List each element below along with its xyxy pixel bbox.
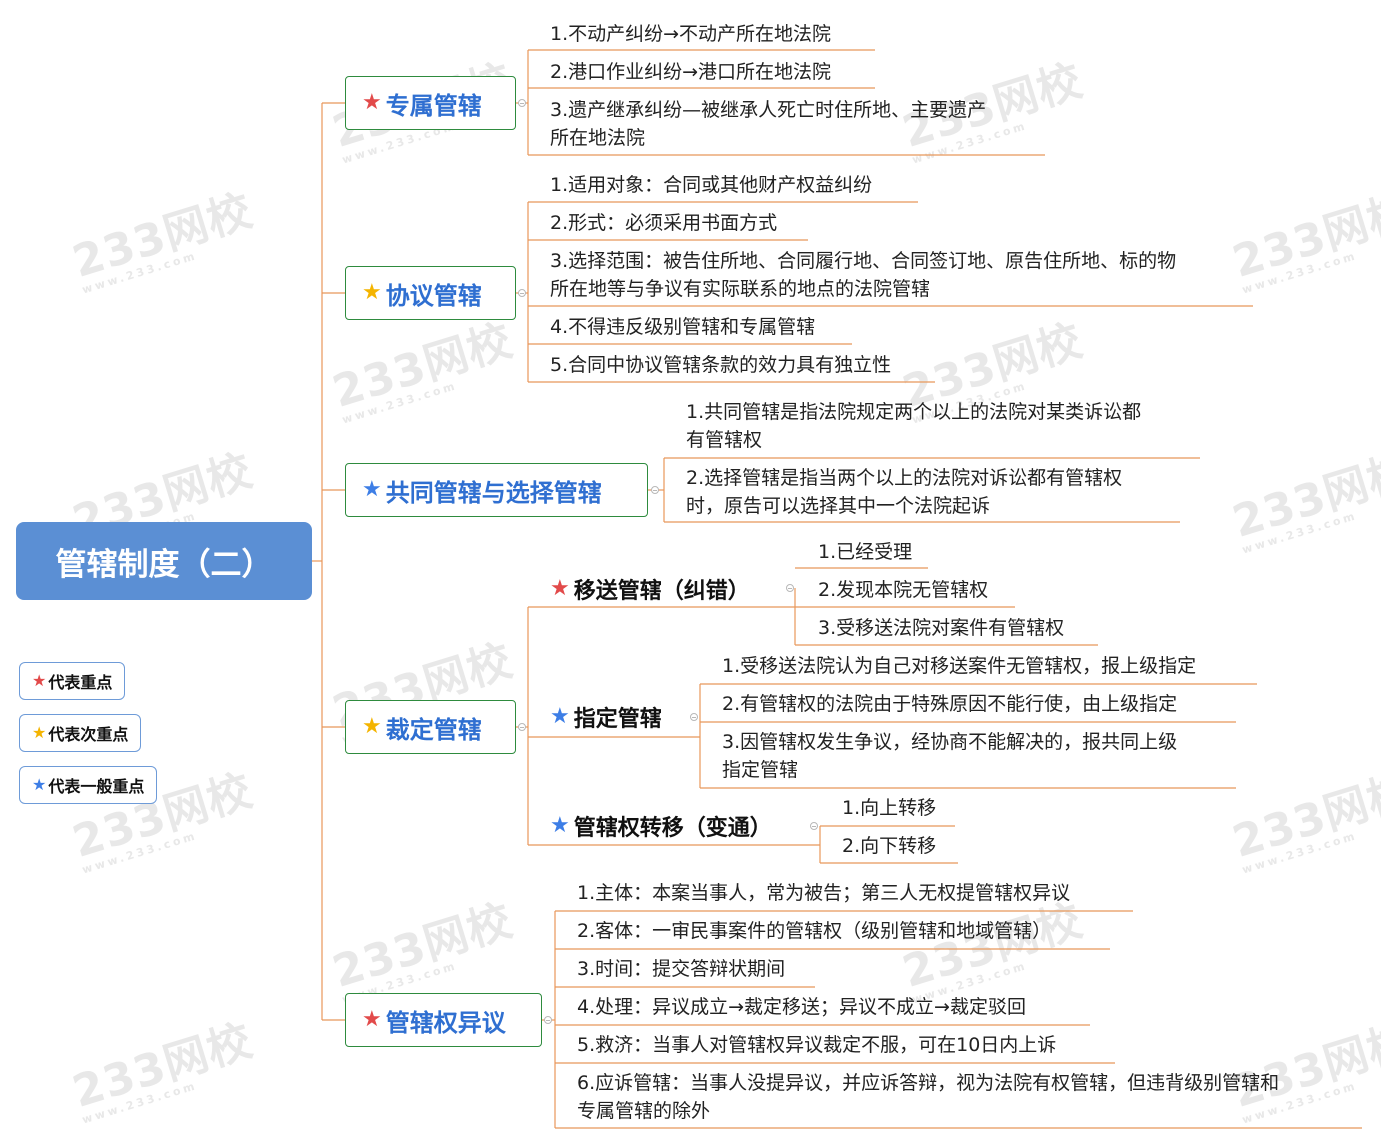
leaf-item: 2.形式：必须采用书面方式	[550, 212, 778, 234]
leaf-item: 3.遗产继承纠纷—被继承人死亡时住所地、主要遗产	[550, 99, 987, 121]
leaf-item: 3.受移送法院对案件有管辖权	[818, 617, 1065, 639]
leaf-item: 所在地法院	[550, 127, 646, 149]
collapse-toggle[interactable]	[544, 1016, 552, 1024]
star-icon: ★	[32, 723, 47, 742]
legend-label: 代表次重点	[48, 725, 129, 744]
star-icon: ★	[550, 704, 570, 729]
leaf-item: 3.因管辖权发生争议，经协商不能解决的，报共同上级	[722, 731, 1178, 753]
leaf-item: 3.选择范围：被告住所地、合同履行地、合同签订地、原告住所地、标的物	[550, 250, 1177, 272]
collapse-toggle[interactable]	[786, 584, 794, 592]
leaf-item: 1.不动产纠纷→不动产所在地法院	[550, 23, 832, 45]
leaf-item: 2.客体：一审民事案件的管辖权（级别管辖和地域管辖）	[577, 920, 1052, 942]
star-icon: ★	[362, 90, 382, 115]
subtopic-label: 管辖权转移（变通）	[573, 816, 772, 841]
legend-key-secondary: ★ 代表次重点	[19, 714, 142, 752]
topic-joint-and-elective-jurisdiction[interactable]: ★ 共同管辖与选择管辖	[345, 463, 648, 517]
leaf-item: 2.向下转移	[842, 835, 937, 857]
leaf-item: 时，原告可以选择其中一个法院起诉	[686, 495, 991, 517]
leaf-item: 专属管辖的除外	[577, 1100, 711, 1122]
leaf-item: 有管辖权	[686, 429, 763, 451]
topic-label: 裁定管辖	[385, 715, 482, 744]
leaf-item: 4.处理：异议成立→裁定移送；异议不成立→裁定驳回	[577, 996, 1026, 1018]
leaf-item: 3.时间：提交答辩状期间	[577, 958, 786, 980]
leaf-item: 6.应诉管辖：当事人没提异议，并应诉答辩，视为法院有权管辖，但违背级别管辖和	[577, 1072, 1280, 1094]
subtopic-jurisdiction-transfer[interactable]: ★ 管辖权转移（变通）	[550, 810, 772, 842]
leaf-item: 1.共同管辖是指法院规定两个以上的法院对某类诉讼都	[686, 401, 1142, 423]
legend-label: 代表一般重点	[48, 777, 145, 796]
collapse-toggle[interactable]	[810, 822, 818, 830]
legend-key-important: ★ 代表重点	[19, 662, 126, 700]
star-icon: ★	[362, 1007, 382, 1032]
collapse-toggle[interactable]	[518, 723, 526, 731]
collapse-toggle[interactable]	[518, 289, 526, 297]
topic-exclusive-jurisdiction[interactable]: ★ 专属管辖	[345, 76, 516, 130]
leaf-item: 1.主体：本案当事人，常为被告；第三人无权提管辖权异议	[577, 882, 1071, 904]
leaf-item: 所在地等与争议有实际联系的地点的法院管辖	[550, 278, 931, 300]
star-icon: ★	[362, 280, 382, 305]
subtopic-transfer-jurisdiction[interactable]: ★ 移送管辖（纠错）	[550, 573, 750, 605]
leaf-item: 4.不得违反级别管辖和专属管辖	[550, 316, 816, 338]
topic-agreement-jurisdiction[interactable]: ★ 协议管辖	[345, 266, 516, 320]
leaf-item: 1.已经受理	[818, 541, 913, 563]
collapse-toggle[interactable]	[690, 713, 698, 721]
leaf-item: 2.发现本院无管辖权	[818, 579, 989, 601]
legend-label: 代表重点	[48, 673, 113, 692]
collapse-toggle[interactable]	[651, 486, 659, 494]
subtopic-label: 指定管辖	[573, 707, 662, 732]
star-icon: ★	[362, 477, 382, 502]
collapse-toggle[interactable]	[518, 99, 526, 107]
legend-key-general: ★ 代表一般重点	[19, 766, 158, 804]
star-icon: ★	[362, 714, 382, 739]
topic-jurisdiction-objection[interactable]: ★ 管辖权异议	[345, 993, 542, 1047]
root-topic[interactable]: 管辖制度（二）	[16, 522, 312, 600]
star-icon: ★	[32, 671, 47, 690]
leaf-item: 1.受移送法院认为自己对移送案件无管辖权，报上级指定	[722, 655, 1197, 677]
leaf-item: 1.适用对象：合同或其他财产权益纠纷	[550, 174, 873, 196]
leaf-item: 2.有管辖权的法院由于特殊原因不能行使，由上级指定	[722, 693, 1178, 715]
leaf-item: 5.合同中协议管辖条款的效力具有独立性	[550, 354, 892, 376]
topic-label: 共同管辖与选择管辖	[385, 478, 602, 507]
leaf-item: 5.救济：当事人对管辖权异议裁定不服，可在10日内上诉	[577, 1034, 1057, 1056]
leaf-item: 指定管辖	[722, 759, 799, 781]
leaf-item: 2.选择管辖是指当两个以上的法院对诉讼都有管辖权	[686, 467, 1123, 489]
topic-ruling-jurisdiction[interactable]: ★ 裁定管辖	[345, 700, 516, 754]
subtopic-designated-jurisdiction[interactable]: ★ 指定管辖	[550, 701, 662, 733]
leaf-item: 1.向上转移	[842, 797, 937, 819]
topic-label: 专属管辖	[385, 91, 482, 120]
star-icon: ★	[32, 775, 47, 794]
subtopic-label: 移送管辖（纠错）	[573, 579, 750, 604]
star-icon: ★	[550, 576, 570, 601]
root-title: 管辖制度（二）	[55, 546, 273, 583]
topic-label: 管辖权异议	[385, 1008, 506, 1037]
leaf-item: 2.港口作业纠纷→港口所在地法院	[550, 61, 832, 83]
topic-label: 协议管辖	[385, 281, 482, 310]
star-icon: ★	[550, 813, 570, 838]
